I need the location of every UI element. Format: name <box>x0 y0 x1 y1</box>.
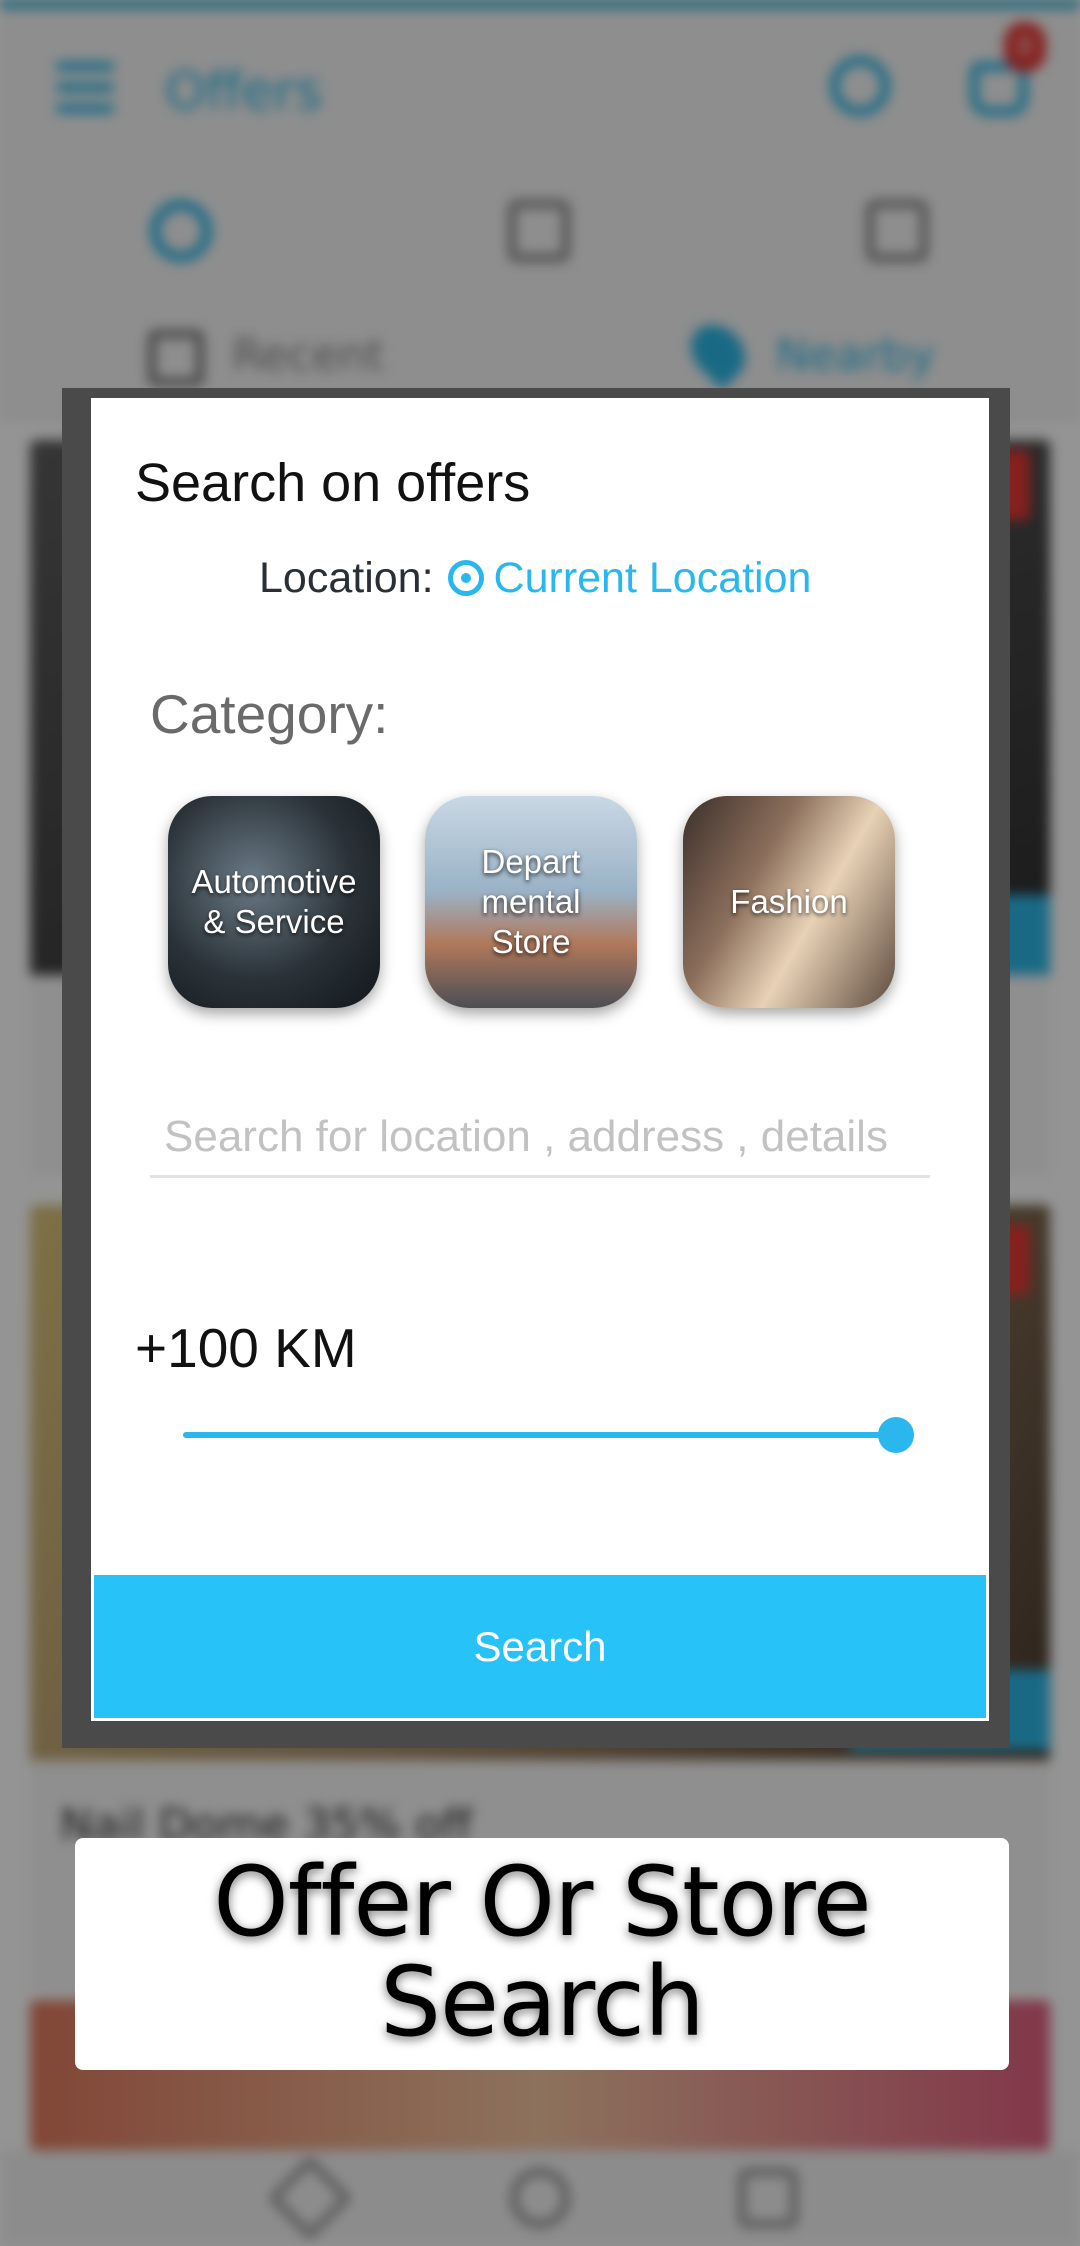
distance-label: +100 KM <box>135 1317 357 1379</box>
location-label: Location: <box>259 553 434 602</box>
location-search-input[interactable] <box>150 1098 930 1178</box>
category-departmental-label: Depart mental Store <box>481 843 581 960</box>
category-automotive-label: Automotive & Service <box>191 863 357 940</box>
dialog-title: Search on offers <box>135 453 531 513</box>
category-label: Category: <box>150 683 389 745</box>
distance-slider-track[interactable] <box>183 1432 895 1438</box>
category-automotive[interactable]: Automotive & Service <box>168 796 380 1008</box>
search-button[interactable]: Search <box>94 1575 986 1718</box>
location-row[interactable]: Location: Current Location <box>259 548 811 608</box>
current-location-link[interactable]: Current Location <box>494 554 812 603</box>
category-fashion-label: Fashion <box>730 883 848 920</box>
caption-text: Offer Or Store Search <box>213 1846 871 2058</box>
category-fashion[interactable]: Fashion <box>683 796 895 1008</box>
current-location-icon[interactable] <box>447 560 484 596</box>
category-departmental-store[interactable]: Depart mental Store <box>425 796 637 1008</box>
search-offers-dialog: Search on offers Location: Current Locat… <box>91 398 989 1721</box>
distance-slider-thumb[interactable] <box>878 1417 914 1453</box>
caption-banner: Offer Or Store Search <box>75 1838 1009 2070</box>
